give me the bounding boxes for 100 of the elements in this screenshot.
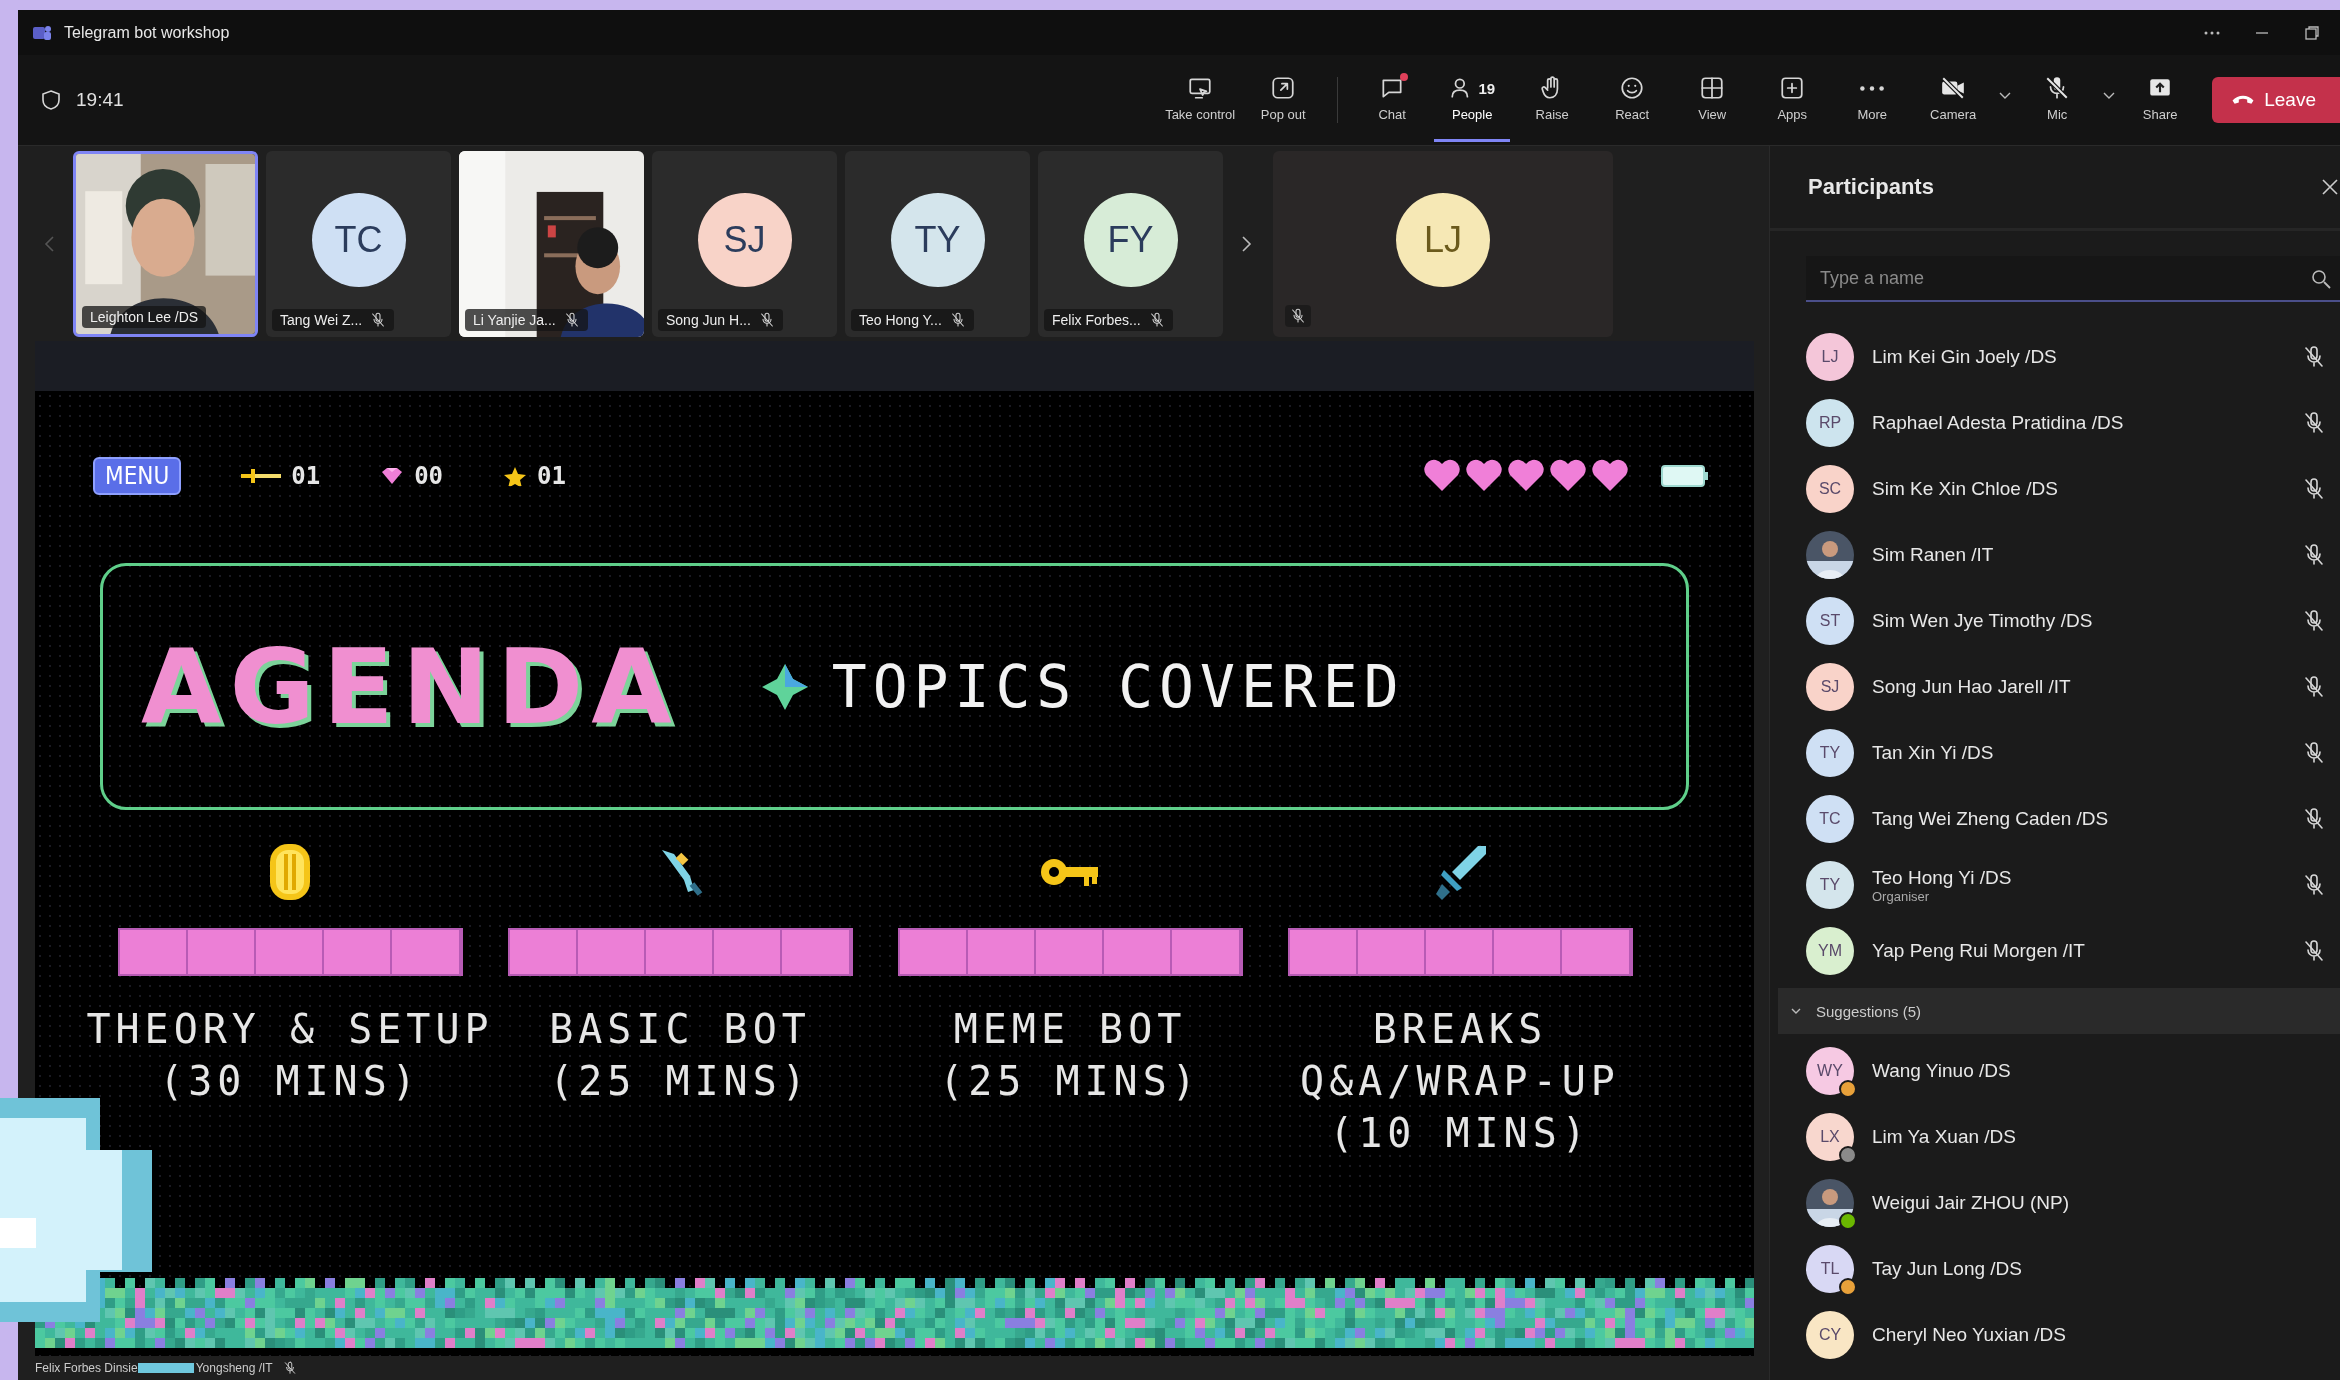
role-label: Organiser bbox=[1872, 888, 1931, 904]
overlay-strip bbox=[137, 1363, 194, 1373]
take-control-button[interactable]: Take control bbox=[1159, 58, 1242, 142]
leave-button[interactable]: Leave bbox=[2212, 77, 2340, 123]
participant-tile[interactable]: TC Tang Wei Z... bbox=[266, 150, 451, 337]
sword-icon bbox=[241, 466, 282, 486]
section-header[interactable]: Suggestions (5) bbox=[1778, 988, 2340, 1034]
camera-icon bbox=[1940, 75, 1967, 101]
battery-icon bbox=[1661, 464, 1709, 488]
topic-text: MEME BOT bbox=[953, 1006, 1187, 1052]
slide-title: AGENDA bbox=[141, 625, 680, 748]
pop-out-button[interactable]: Pop out bbox=[1245, 58, 1322, 142]
presenter-name: Yongsheng /IT bbox=[195, 1361, 273, 1375]
avatar: TL bbox=[1806, 1245, 1854, 1293]
avatar: SJ bbox=[697, 192, 792, 287]
participant-tile[interactable]: SJ Song Jun H... bbox=[652, 150, 837, 337]
participant-name: Raphael Adesta Pratidina /DS bbox=[1872, 412, 2125, 434]
participant-tile[interactable]: LJ bbox=[1273, 150, 1613, 337]
menu-label: MENU bbox=[93, 457, 182, 495]
star-icon bbox=[503, 466, 528, 486]
participant-name: Teo Hong Yi /DS bbox=[1872, 866, 2013, 889]
grid-icon bbox=[1699, 75, 1726, 101]
topic-text: (25 MINS) bbox=[939, 1058, 1201, 1104]
mic-off-icon bbox=[370, 311, 387, 328]
panel-title: Participants bbox=[1808, 174, 1935, 200]
share-button[interactable]: Share bbox=[2122, 58, 2199, 142]
avatar: LJ bbox=[1396, 192, 1490, 287]
more-icon[interactable] bbox=[2204, 30, 2220, 35]
avatar: CY bbox=[1806, 1311, 1854, 1359]
raise-button[interactable]: Raise bbox=[1514, 58, 1591, 142]
avatar: YM bbox=[1806, 927, 1854, 975]
participant-name: Sim Ke Xin Chloe /DS bbox=[1872, 478, 2059, 500]
close-icon[interactable] bbox=[2320, 177, 2340, 197]
chat-button[interactable]: Chat bbox=[1354, 58, 1431, 142]
participant-name: Lim Kei Gin Joely /DS bbox=[1872, 346, 2058, 368]
mic-icon bbox=[2044, 75, 2071, 101]
participant-name: Felix Forbes... bbox=[1052, 311, 1141, 328]
notification-dot bbox=[1400, 73, 1409, 81]
chevron-down-icon[interactable] bbox=[1998, 92, 2013, 100]
participant-tile[interactable]: Leighton Lee /DS bbox=[73, 150, 258, 337]
topic-text: (30 MINS) bbox=[159, 1058, 421, 1104]
mic-off-icon bbox=[758, 311, 775, 328]
apps-button[interactable]: Apps bbox=[1754, 58, 1831, 142]
avatar: TY bbox=[890, 192, 985, 287]
view-button[interactable]: View bbox=[1674, 58, 1751, 142]
avatar: TY bbox=[1806, 729, 1854, 777]
restore-icon[interactable] bbox=[2304, 24, 2320, 41]
participant-name: Song Jun H... bbox=[666, 311, 751, 328]
shield-icon bbox=[40, 89, 62, 111]
participant-name: Weigui Jair ZHOU (NP) bbox=[1872, 1192, 2071, 1214]
gem-icon bbox=[380, 466, 405, 486]
participant-tile[interactable]: FY Felix Forbes... bbox=[1038, 150, 1223, 337]
presenter-name: Felix Forbes Dinsie bbox=[35, 1361, 138, 1375]
counter-value: 01 bbox=[537, 462, 566, 490]
participant-name: Sim Ranen /IT bbox=[1872, 544, 1995, 566]
participant-name: Tan Xin Yi /DS bbox=[1872, 742, 1995, 764]
camera-button[interactable]: Camera bbox=[1914, 58, 2015, 142]
participant-name: Lim Ya Xuan /DS bbox=[1872, 1126, 2017, 1148]
smiley-icon bbox=[1619, 75, 1646, 101]
topic-text: Q&A/WRAP-UP bbox=[1300, 1058, 1620, 1104]
participant-name: Cheryl Neo Yuxian /DS bbox=[1872, 1324, 2067, 1346]
participant-name: Tang Wei Zheng Caden /DS bbox=[1872, 808, 2110, 830]
participant-name: Li Yanjie Ja... bbox=[473, 311, 556, 328]
search-field[interactable]: Type a name bbox=[1806, 256, 2340, 302]
avatar: TC bbox=[311, 192, 406, 287]
avatar: ST bbox=[1806, 597, 1854, 645]
react-button[interactable]: React bbox=[1594, 58, 1671, 142]
participant-tile[interactable]: TY Teo Hong Y... bbox=[845, 150, 1030, 337]
participant-name: Sim Wen Jye Timothy /DS bbox=[1872, 610, 2094, 632]
participant-tile[interactable]: Li Yanjie Ja... bbox=[459, 150, 644, 337]
mic-off-icon bbox=[1148, 311, 1165, 328]
topic-text: (25 MINS) bbox=[549, 1058, 811, 1104]
avatar: FY bbox=[1083, 192, 1178, 287]
mic-off-icon bbox=[563, 311, 580, 328]
mic-button[interactable]: Mic bbox=[2018, 58, 2119, 142]
avatar: LX bbox=[1806, 1113, 1854, 1161]
avatar: LJ bbox=[1806, 333, 1854, 381]
phone-icon bbox=[2232, 94, 2255, 106]
chevron-right-icon[interactable] bbox=[1239, 234, 1253, 253]
meeting-time: 19:41 bbox=[76, 89, 124, 111]
screen-icon bbox=[1187, 75, 1214, 101]
people-button[interactable]: 19 People bbox=[1434, 58, 1511, 142]
participant-name: Yap Peng Rui Morgen /IT bbox=[1872, 940, 2086, 962]
counter-value: 00 bbox=[414, 462, 444, 490]
avatar: SC bbox=[1806, 465, 1854, 513]
participant-name: Tang Wei Z... bbox=[280, 311, 363, 328]
topic-text: (10 MINS) bbox=[1329, 1110, 1591, 1156]
more-button[interactable]: More bbox=[1834, 58, 1911, 142]
participant-name: Teo Hong Y... bbox=[859, 311, 942, 328]
window-title: Telegram bot workshop bbox=[64, 23, 230, 42]
avatar: RP bbox=[1806, 399, 1854, 447]
topic-text: THEORY & SETUP bbox=[86, 1006, 494, 1052]
avatar: SJ bbox=[1806, 663, 1854, 711]
chevron-down-icon[interactable] bbox=[2102, 92, 2117, 100]
participant-name: Leighton Lee /DS bbox=[90, 308, 199, 325]
search-icon bbox=[2310, 268, 2332, 290]
counter-value: 01 bbox=[291, 462, 321, 490]
topic-text: BASIC BOT bbox=[549, 1006, 811, 1052]
participant-name: Song Jun Hao Jarell /IT bbox=[1872, 676, 2072, 698]
avatar: TC bbox=[1806, 795, 1854, 843]
